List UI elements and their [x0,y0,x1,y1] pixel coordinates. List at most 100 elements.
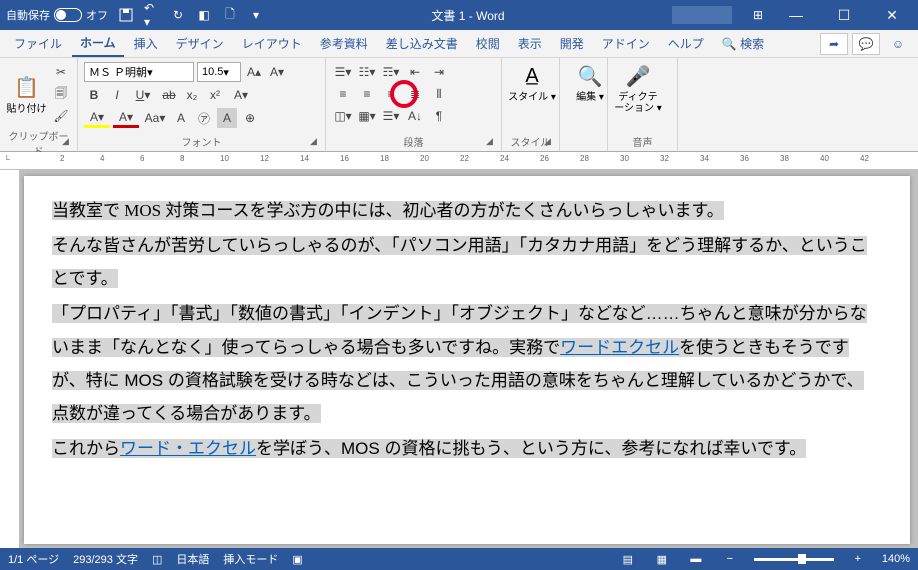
char-shading-button[interactable]: ⊕ [240,108,260,128]
close-icon[interactable]: ✕ [872,0,912,30]
link-excel[interactable]: エクセル [611,338,679,357]
ribbon-options-icon[interactable]: ⊞ [740,8,776,22]
status-proofing-icon[interactable]: ◫ [152,553,162,566]
format-painter-icon[interactable]: 🖌 [51,106,71,126]
align-left-button[interactable]: ≡ [332,84,354,104]
dictation-button[interactable]: 🎤 ディクテーション ▾ [614,62,662,114]
group-voice: 🎤 ディクテーション ▾ 音声 [608,58,678,151]
number-list-button[interactable]: ☷▾ [356,62,378,82]
view-print-icon[interactable]: ▦ [652,551,672,567]
ruler-tick: 2 [60,154,64,163]
sort-button[interactable]: A↓ [404,106,426,126]
view-web-icon[interactable]: ▬ [686,551,706,567]
minimize-icon[interactable]: — [776,0,816,30]
cut-icon[interactable]: ✂ [51,62,71,82]
styles-launcher[interactable]: ◢ [544,136,556,148]
zoom-in-button[interactable]: + [848,551,868,567]
show-marks-button[interactable]: ¶ [428,106,450,126]
horizontal-ruler[interactable]: └ 24681012141618202224262830323436384042 [0,152,918,170]
qat-icon-2[interactable]: 🗋 [222,7,238,23]
status-macro-icon[interactable]: ▣ [292,553,302,566]
increase-indent-button[interactable]: ⇥ [428,62,450,82]
zoom-slider[interactable] [754,558,834,561]
maximize-icon[interactable]: ☐ [824,0,864,30]
share-button[interactable]: ➦ [820,33,848,55]
document-page[interactable]: 当教室で MOS 対策コースを学ぶ方の中には、初心者の方がたくさんいらっしゃいま… [24,176,910,544]
tab-home[interactable]: ホーム [72,30,124,57]
paragraph-3[interactable]: 「プロパティ」「書式」「数値の書式」「インデント」「オブジェクト」などなど……ち… [52,304,867,422]
shading-button[interactable]: ◫▾ [332,106,354,126]
tab-layout[interactable]: レイアウト [234,31,310,56]
tab-file[interactable]: ファイル [6,31,70,56]
zoom-level[interactable]: 140% [882,553,910,565]
font-color-button[interactable]: A▾ [113,108,139,128]
qat-more-icon[interactable]: ▾ [248,7,264,23]
status-word-count[interactable]: 293/293 文字 [73,551,138,567]
subscript-button[interactable]: x₂ [182,85,202,105]
align-center-button[interactable]: ≡ [356,84,378,104]
status-page[interactable]: 1/1 ページ [8,551,59,567]
tab-help[interactable]: ヘルプ [660,31,712,56]
char-border-button[interactable]: A [217,108,237,128]
ruler-tick: 18 [380,154,389,163]
view-read-icon[interactable]: ▤ [618,551,638,567]
underline-button[interactable]: U ▾ [130,85,156,105]
change-case-button[interactable]: Aa▾ [142,108,168,128]
align-right-button[interactable]: ≡ [380,84,402,104]
tab-addins[interactable]: アドイン [594,31,658,56]
copy-icon[interactable]: 🗐 [51,84,71,104]
clipboard-launcher[interactable]: ◢ [62,136,74,148]
font-launcher[interactable]: ◢ [310,136,322,148]
superscript-button[interactable]: x² [205,85,225,105]
qat-icon-1[interactable]: ◧ [196,7,212,23]
happy-face-icon[interactable]: ☺ [884,33,912,55]
grow-font-icon[interactable]: A▴ [244,62,264,82]
tab-references[interactable]: 参考資料 [312,31,376,56]
status-language[interactable]: 日本語 [176,551,209,567]
tab-mailings[interactable]: 差し込み文書 [378,31,466,56]
zoom-out-button[interactable]: − [720,551,740,567]
shrink-font-icon[interactable]: A▾ [267,62,287,82]
autosave-toggle[interactable]: 自動保存 オフ [6,7,108,23]
tab-review[interactable]: 校閲 [468,31,508,56]
tab-view[interactable]: 表示 [510,31,550,56]
user-account[interactable] [672,6,732,24]
strike-button[interactable]: ab [159,85,179,105]
ruby-button[interactable]: A [171,108,191,128]
comments-button[interactable]: 💬 [852,33,880,55]
ruler-tick: 28 [580,154,589,163]
styles-button[interactable]: A̲ スタイル ▾ [508,62,556,103]
tab-design[interactable]: デザイン [168,31,232,56]
borders-button[interactable]: ▦▾ [356,106,378,126]
multilevel-list-button[interactable]: ☶▾ [380,62,402,82]
font-name-combo[interactable]: ＭＳ Ｐ明朝 ▾ [84,62,194,82]
highlight-button[interactable]: A▾ [84,108,110,128]
italic-button[interactable]: I [107,85,127,105]
vertical-ruler[interactable] [0,170,20,550]
paragraph-1[interactable]: 当教室で MOS 対策コースを学ぶ方の中には、初心者の方がたくさんいらっしゃいま… [52,201,724,220]
editing-button[interactable]: 🔍 編集 ▾ [566,62,614,103]
line-spacing-button[interactable]: ☰▾ [380,106,402,126]
paste-button[interactable]: 📋 貼り付け [6,62,47,126]
tab-insert[interactable]: 挿入 [126,31,166,56]
bold-button[interactable]: B [84,85,104,105]
group-styles: A̲ スタイル ▾ スタイル ◢ [502,58,560,151]
link-word[interactable]: ワード [560,338,611,357]
tab-developer[interactable]: 開発 [552,31,592,56]
paragraph-launcher[interactable]: ◢ [486,136,498,148]
status-insert-mode[interactable]: 挿入モード [223,551,278,567]
enclose-button[interactable]: ㋐ [194,108,214,128]
undo-icon[interactable]: ↶ ▾ [144,7,160,23]
text-effects-button[interactable]: A▾ [228,85,254,105]
link-word-excel[interactable]: ワード・エクセル [120,439,256,458]
redo-icon[interactable]: ↻ [170,7,186,23]
font-size-combo[interactable]: 10.5 ▾ [197,62,241,82]
decrease-indent-button[interactable]: ⇤ [404,62,426,82]
justify-button[interactable]: ≣ [404,84,426,104]
distribute-button[interactable]: ⫴ [428,84,450,104]
paragraph-2[interactable]: そんな皆さんが苦労していらっしゃるのが、「パソコン用語」「カタカナ用語」をどう理… [52,236,867,288]
paragraph-4[interactable]: これからワード・エクセルを学ぼう、MOS の資格に挑もう、という方に、参考になれ… [52,439,806,458]
save-icon[interactable] [118,7,134,23]
tab-search[interactable]: 🔍 検索 [714,31,772,56]
bullet-list-button[interactable]: ☰▾ [332,62,354,82]
